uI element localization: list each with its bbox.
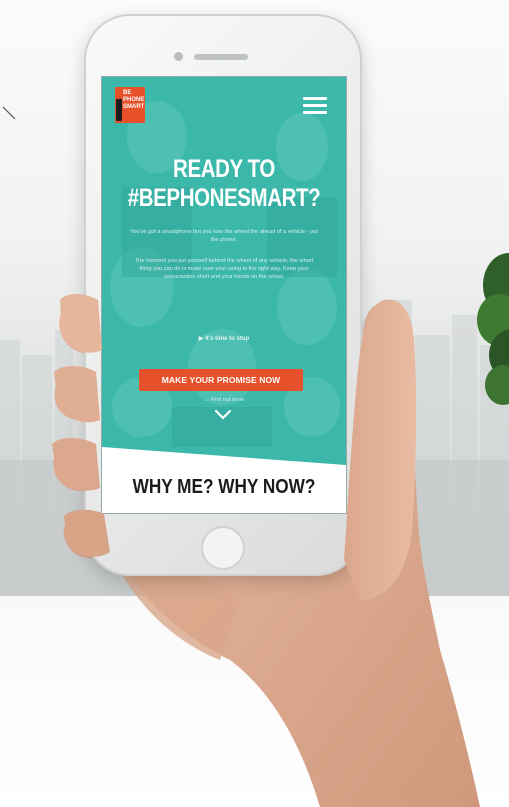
phone-icon — [116, 99, 122, 121]
chevron-down-icon[interactable] — [214, 409, 232, 421]
section-heading: WHY ME? WHY NOW? — [132, 476, 316, 498]
logo-text-smart: SMART — [123, 104, 145, 110]
make-promise-button[interactable]: MAKE YOUR PROMISE NOW — [139, 369, 303, 391]
hamburger-menu-icon[interactable] — [303, 97, 327, 115]
hero-title-line1: READY TO — [173, 155, 275, 183]
front-camera — [174, 52, 183, 61]
logo-text-be: BE — [123, 90, 132, 96]
time-to-stop-link[interactable]: ▶ It's time to stop — [102, 335, 346, 342]
hero-title-line2: #BEPHONESMART? — [127, 184, 321, 212]
hero-paragraph-1: You've got a smartphone but you lose the… — [130, 229, 318, 243]
home-button[interactable] — [201, 526, 245, 570]
find-out-more-link[interactable]: → Find out more — [102, 397, 346, 403]
smartphone: BE PHONE SMART READY TO #BEPHONESMART? Y… — [84, 14, 362, 576]
hero-background-photo — [102, 77, 346, 513]
hero-title: READY TO #BEPHONESMART? — [124, 155, 324, 213]
scene: BE PHONE SMART READY TO #BEPHONESMART? Y… — [0, 0, 509, 807]
logo-text-phone: PHONE — [123, 97, 145, 103]
hero-paragraph-2: The moment you put yourself behind the w… — [134, 258, 314, 280]
phone-screen: BE PHONE SMART READY TO #BEPHONESMART? Y… — [101, 76, 347, 514]
earpiece-speaker — [194, 54, 248, 60]
bephonesmart-logo[interactable]: BE PHONE SMART — [115, 87, 145, 123]
